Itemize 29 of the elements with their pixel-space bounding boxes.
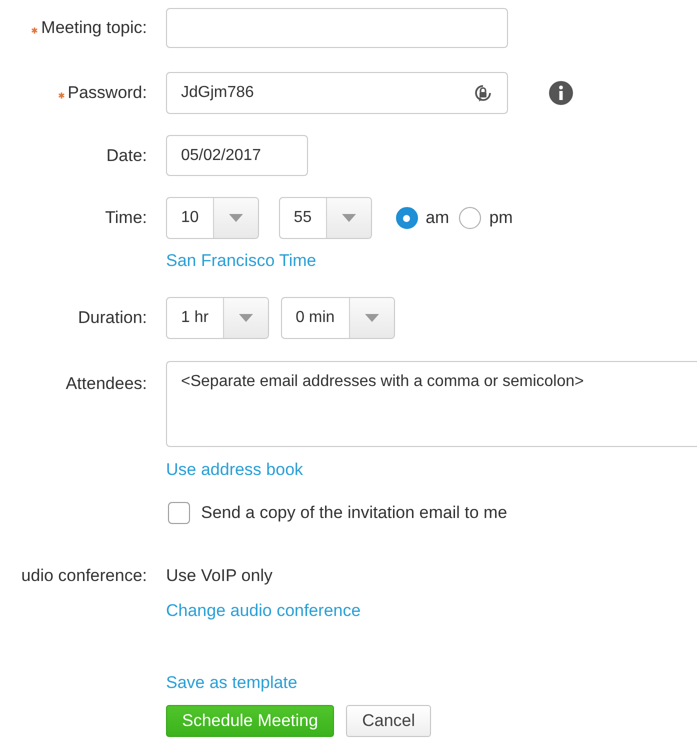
cancel-button[interactable]: Cancel: [346, 705, 432, 737]
radio-button[interactable]: [459, 207, 482, 229]
info-icon[interactable]: [549, 81, 573, 105]
field-label: Time:: [105, 208, 147, 228]
attendees-field[interactable]: <Separate email addresses with a comma or semicolon>: [166, 361, 697, 447]
lock-refresh-icon[interactable]: [472, 82, 494, 104]
text-field[interactable]: [166, 8, 508, 48]
caret-icon: [364, 314, 379, 322]
dropdown[interactable]: 0 min: [280, 297, 395, 339]
field-label: Attendees:: [66, 374, 147, 394]
radio-button[interactable]: [396, 207, 418, 229]
field-label: Duration:: [78, 308, 147, 328]
dropdown[interactable]: 55: [278, 197, 372, 239]
checkbox-option[interactable]: Send a copy of the invitation email to me: [168, 502, 508, 524]
caret-icon: [228, 214, 243, 222]
dropdown[interactable]: 10: [166, 197, 259, 239]
field-label: Meeting topic:: [41, 18, 147, 38]
radio-option[interactable]: pm: [459, 207, 513, 229]
dropdown[interactable]: 1 hr: [166, 297, 269, 339]
field-value: Use VoIP only: [166, 566, 272, 586]
password-field[interactable]: JdGjm786: [166, 72, 508, 114]
checkbox[interactable]: [168, 502, 190, 524]
field-label: udio conference:: [21, 566, 147, 586]
caret-icon: [342, 214, 356, 222]
caret-icon: [238, 314, 253, 322]
field-label: Password:: [68, 83, 147, 103]
field-label: Date:: [106, 146, 147, 166]
radio-option[interactable]: am: [396, 207, 450, 229]
date-field[interactable]: 05/02/2017: [166, 135, 308, 176]
